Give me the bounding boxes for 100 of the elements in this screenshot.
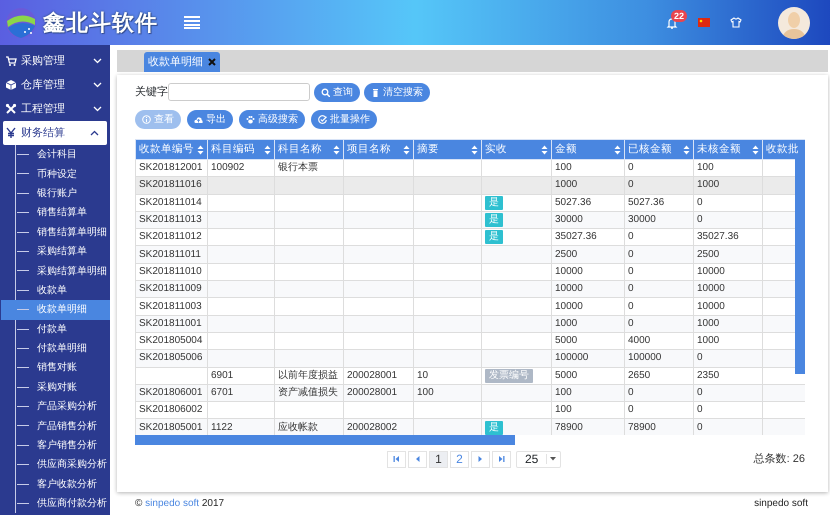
sidebar-item[interactable]: 付款单明细 bbox=[1, 338, 110, 358]
toolbar-button[interactable]: 批量操作 bbox=[311, 110, 377, 129]
arrow-icon bbox=[414, 455, 421, 463]
table-cell: 10000 bbox=[552, 298, 624, 316]
table-cell: 0 bbox=[694, 350, 762, 368]
sidebar-item[interactable]: 银行账户 bbox=[1, 184, 110, 204]
search-button[interactable]: 清空搜索 bbox=[364, 82, 430, 102]
column-header[interactable]: 金额 bbox=[552, 140, 624, 160]
toolbar-button[interactable]: 高级搜索 bbox=[239, 110, 305, 129]
footer-link[interactable]: sinpedo soft bbox=[145, 498, 200, 508]
status-badge: 是 bbox=[485, 213, 503, 228]
sidebar-group[interactable]: 仓库管理 bbox=[0, 73, 110, 97]
table-cell: 2500 bbox=[552, 246, 624, 264]
page-nav-button[interactable] bbox=[492, 450, 511, 468]
page-size-select[interactable]: 25 bbox=[516, 450, 562, 468]
table-cell: 0 bbox=[694, 418, 762, 435]
cloud-icon bbox=[194, 115, 203, 124]
table-cell: 10 bbox=[414, 367, 482, 384]
toolbar-button[interactable]: 导出 bbox=[187, 110, 233, 129]
page-nav-button[interactable] bbox=[387, 450, 406, 468]
table-cell: SK201811013 bbox=[136, 211, 208, 229]
cart-icon bbox=[5, 55, 17, 67]
sidebar-item[interactable]: 币种设定 bbox=[1, 164, 110, 184]
sort-icon bbox=[541, 144, 548, 154]
horizontal-scrollbar[interactable] bbox=[135, 435, 515, 445]
avatar[interactable] bbox=[778, 6, 810, 38]
sidebar-item[interactable]: 客户收款分析 bbox=[1, 474, 110, 494]
table-cell: 资产减值损失 bbox=[274, 384, 344, 402]
table-cell: 200028001 bbox=[344, 367, 414, 384]
flag-icon[interactable] bbox=[698, 18, 710, 27]
sort-icon bbox=[333, 144, 340, 154]
close-icon[interactable] bbox=[208, 58, 216, 66]
table-cell: 5027.36 bbox=[624, 194, 694, 212]
column-header[interactable]: 项目名称 bbox=[344, 140, 414, 160]
sidebar-item[interactable]: 产品销售分析 bbox=[1, 416, 110, 436]
sidebar-item[interactable]: 供应商付款分析 bbox=[1, 494, 110, 514]
table-cell: 5000 bbox=[552, 367, 624, 384]
sort-icon bbox=[752, 144, 759, 154]
table-cell: 应收帐款 bbox=[274, 418, 344, 435]
table-cell: 200028001 bbox=[344, 384, 414, 402]
sidebar-item[interactable]: 采购结算单明细 bbox=[1, 261, 110, 281]
table-cell: 100 bbox=[414, 384, 482, 402]
page-nav-button[interactable] bbox=[408, 450, 427, 468]
table-cell: 1000 bbox=[552, 315, 624, 332]
table-cell: 0 bbox=[694, 211, 762, 229]
sidebar-item[interactable]: 收款单 bbox=[1, 280, 110, 300]
table-cell: 2500 bbox=[694, 246, 762, 264]
search-button[interactable]: 查询 bbox=[314, 82, 360, 102]
table-cell: SK201805006 bbox=[136, 350, 208, 368]
page-nav-button[interactable] bbox=[471, 450, 490, 468]
table-cell: 6701 bbox=[208, 384, 274, 402]
sidebar-group[interactable]: 工程管理 bbox=[0, 97, 110, 121]
tools-icon bbox=[5, 103, 17, 115]
sidebar-item[interactable]: 销售结算单明细 bbox=[1, 222, 110, 242]
paw-icon bbox=[246, 115, 255, 124]
table-cell: 0 bbox=[624, 298, 694, 316]
table-cell: 0 bbox=[624, 246, 694, 264]
brand-text: sinpedo soft bbox=[754, 496, 808, 510]
chevron-icon bbox=[93, 82, 102, 88]
sidebar-group[interactable]: 采购管理 bbox=[0, 49, 110, 73]
sidebar-item[interactable]: 会计科目 bbox=[1, 145, 110, 164]
column-header[interactable]: 科目名称 bbox=[274, 140, 344, 160]
sidebar-item[interactable]: 采购对账 bbox=[1, 378, 110, 398]
column-header[interactable]: 收款单编号 bbox=[136, 140, 208, 160]
chevron-icon bbox=[90, 130, 99, 136]
chevron-icon bbox=[93, 106, 102, 112]
column-header[interactable]: 实收 bbox=[482, 140, 552, 160]
keyword-field[interactable] bbox=[168, 83, 310, 101]
sidebar-item[interactable]: 销售对账 bbox=[1, 358, 110, 378]
search-label: 关键字 bbox=[135, 84, 168, 100]
sort-icon bbox=[197, 144, 204, 154]
sidebar-item[interactable]: 销售结算单 bbox=[1, 203, 110, 223]
column-header: 收款批 bbox=[762, 140, 805, 160]
sidebar-group[interactable]: 财务结算 bbox=[3, 121, 107, 145]
page-button[interactable]: 1 bbox=[429, 450, 448, 468]
sidebar-item[interactable]: 客户销售分析 bbox=[1, 436, 110, 456]
column-header[interactable]: 未核金额 bbox=[694, 140, 762, 160]
sidebar-item[interactable]: 供应商采购分析 bbox=[1, 455, 110, 475]
page-button[interactable]: 2 bbox=[450, 450, 469, 468]
tab[interactable]: 收款单明细 bbox=[144, 52, 220, 72]
sidebar-item[interactable]: 付款单 bbox=[1, 320, 110, 339]
status-badge: 发票编号 bbox=[485, 368, 533, 383]
arrow-icon bbox=[477, 455, 484, 463]
table-cell: SK201811003 bbox=[136, 298, 208, 316]
shirt-icon[interactable] bbox=[730, 17, 742, 28]
table-cell: 10000 bbox=[552, 280, 624, 298]
sidebar-item[interactable]: 采购结算单 bbox=[1, 242, 110, 262]
sidebar-item[interactable]: 收款单明细 bbox=[1, 300, 110, 320]
table-cell: 30000 bbox=[624, 211, 694, 229]
sidebar-item[interactable]: 产品采购分析 bbox=[1, 397, 110, 416]
menu-icon[interactable] bbox=[184, 16, 200, 29]
column-header[interactable]: 已核金额 bbox=[624, 140, 694, 160]
column-header[interactable]: 科目编码 bbox=[208, 140, 274, 160]
table-cell: SK201811011 bbox=[136, 246, 208, 264]
table-cell: 100000 bbox=[552, 350, 624, 368]
table-cell: 0 bbox=[624, 384, 694, 402]
sort-icon bbox=[264, 144, 271, 154]
column-header[interactable]: 摘要 bbox=[414, 140, 482, 160]
table-cell: 1122 bbox=[208, 418, 274, 435]
vertical-scrollbar[interactable] bbox=[795, 159, 805, 374]
